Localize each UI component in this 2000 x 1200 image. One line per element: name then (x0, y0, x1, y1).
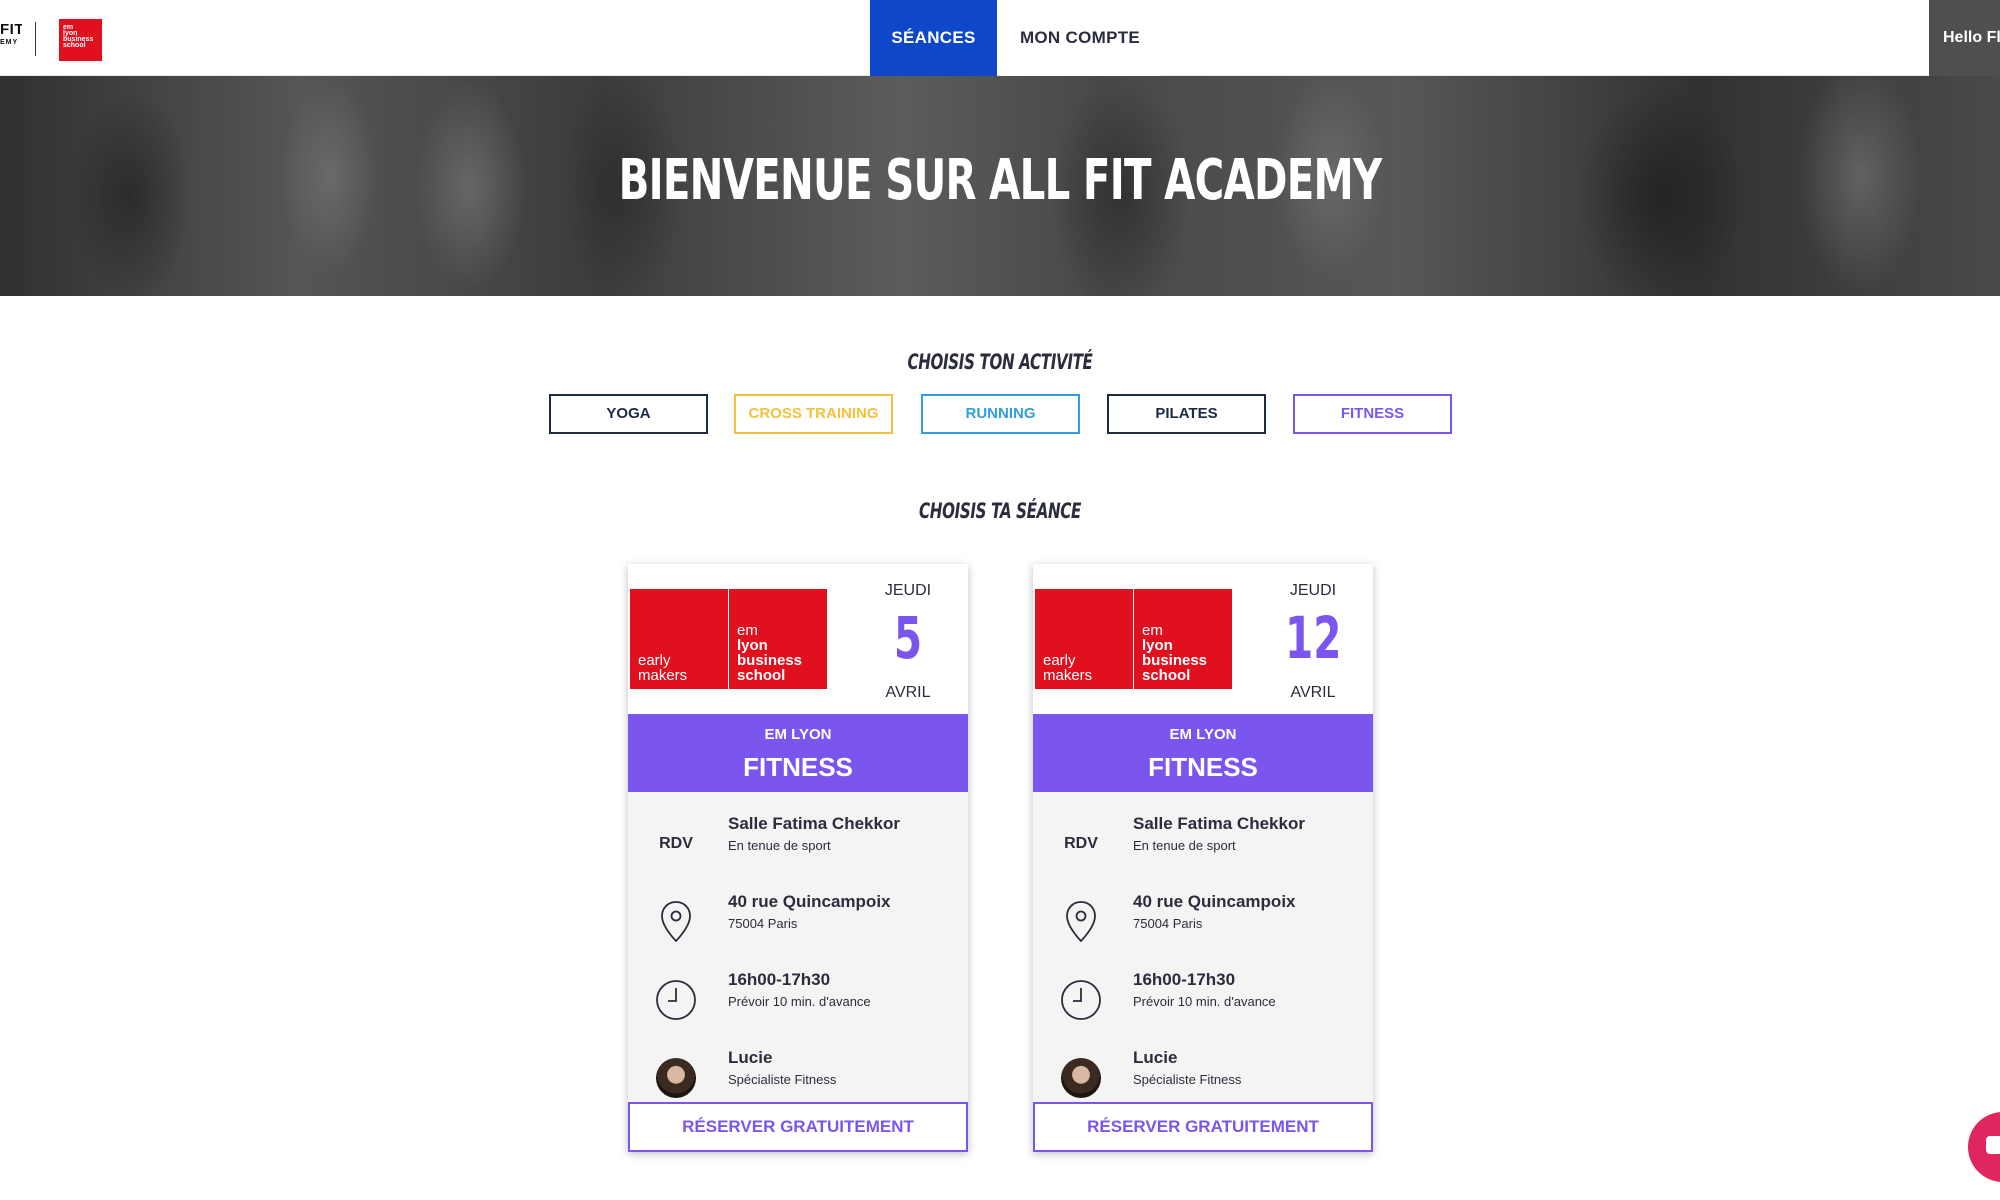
session-place: Salle Fatima Chekkor (728, 814, 900, 833)
clock-icon (1059, 978, 1103, 1022)
coach-name: Lucie (1133, 1048, 1178, 1067)
session-org: EM LYON (764, 726, 832, 743)
logo-divider (35, 22, 36, 56)
coach-avatar (1061, 1058, 1101, 1098)
allfit-logo[interactable]: FIT EMY (0, 22, 22, 56)
info-row-coach: Lucie Spécialiste Fitness (1033, 1048, 1373, 1108)
session-time-note: Prévoir 10 min. d'avance (728, 994, 871, 1009)
clock-icon (654, 978, 698, 1022)
activity-button-fitness[interactable]: FITNESS (1293, 394, 1452, 434)
info-row-address: 40 rue Quincampoix 75004 Paris (628, 892, 968, 952)
rdv-label-box: RDV (1059, 822, 1103, 866)
user-greeting-menu[interactable]: Hello Fl (1929, 0, 2000, 76)
activities-title: Choisis ton activité (907, 350, 1093, 374)
activity-button-pilates[interactable]: PILATES (1107, 394, 1266, 434)
emlyon-logo-line: school (63, 42, 86, 49)
early-makers-logo: early makers (1035, 589, 1133, 689)
session-city: 75004 Paris (1133, 916, 1203, 931)
emlyon-card-logo: em lyon business school (729, 589, 827, 689)
rdv-label: RDV (1064, 835, 1098, 852)
hero-banner: Bienvenue sur All Fit Academy (0, 76, 2000, 296)
tab-mon-compte[interactable]: MON COMPTE (1000, 0, 1160, 76)
session-month: AVRIL (1290, 684, 1336, 701)
info-row-time: 16h00-17h30 Prévoir 10 min. d'avance (1033, 970, 1373, 1030)
info-row-address: 40 rue Quincampoix 75004 Paris (1033, 892, 1373, 952)
session-date: 5 (893, 604, 923, 672)
card-header: early makers em lyon business school JEU… (628, 564, 968, 714)
info-row-time: 16h00-17h30 Prévoir 10 min. d'avance (628, 970, 968, 1030)
session-place-note: En tenue de sport (1133, 838, 1236, 853)
session-city: 75004 Paris (728, 916, 798, 931)
session-activity: FITNESS (1148, 752, 1258, 782)
session-band: EM LYON FITNESS (628, 714, 968, 792)
session-card: early makers em lyon business school JEU… (628, 564, 968, 1152)
session-date: 12 (1285, 604, 1342, 672)
reserve-button[interactable]: RÉSERVER GRATUITEMENT (628, 1102, 968, 1152)
emlyon-logo[interactable]: em lyon business school (59, 19, 102, 61)
emlyon-card-logo: em lyon business school (1134, 589, 1232, 689)
logo-line: makers (1043, 667, 1093, 684)
session-time: 16h00-17h30 (728, 970, 831, 989)
reserve-button[interactable]: RÉSERVER GRATUITEMENT (1033, 1102, 1373, 1152)
rdv-label: RDV (659, 835, 693, 852)
allfit-logo-line1: FIT (0, 22, 22, 38)
top-navbar: FIT EMY em lyon business school SÉANCES … (0, 0, 2000, 76)
location-pin-icon (1059, 900, 1103, 944)
location-pin-icon (654, 900, 698, 944)
info-row-rdv: RDV Salle Fatima Chekkor En tenue de spo… (1033, 814, 1373, 874)
activity-button-running[interactable]: RUNNING (921, 394, 1080, 434)
session-org: EM LYON (1169, 726, 1237, 743)
tab-seances[interactable]: SÉANCES (870, 0, 997, 76)
logo-line: school (737, 667, 786, 684)
activity-button-yoga[interactable]: YOGA (549, 394, 708, 434)
session-card: early makers em lyon business school JEU… (1033, 564, 1373, 1152)
session-month: AVRIL (885, 684, 931, 701)
session-time-note: Prévoir 10 min. d'avance (1133, 994, 1276, 1009)
rdv-label-box: RDV (654, 822, 698, 866)
coach-avatar-wrap (654, 1056, 698, 1100)
hero-title: Bienvenue sur All Fit Academy (618, 148, 1383, 213)
coach-name: Lucie (728, 1048, 773, 1067)
session-address: 40 rue Quincampoix (1133, 892, 1296, 911)
coach-avatar (656, 1058, 696, 1098)
activity-button-cross-training[interactable]: CROSS TRAINING (734, 394, 893, 434)
logo-line: school (1142, 667, 1191, 684)
info-row-coach: Lucie Spécialiste Fitness (628, 1048, 968, 1108)
session-band: EM LYON FITNESS (1033, 714, 1373, 792)
coach-avatar-wrap (1059, 1056, 1103, 1100)
early-makers-logo: early makers (630, 589, 728, 689)
session-place-note: En tenue de sport (728, 838, 831, 853)
chat-launcher-button[interactable] (1968, 1112, 2000, 1182)
sessions-title: Choisis ta séance (919, 499, 1081, 523)
session-time: 16h00-17h30 (1133, 970, 1236, 989)
session-day: JEUDI (884, 582, 932, 599)
session-day: JEUDI (1289, 582, 1337, 599)
allfit-logo-line2: EMY (0, 39, 19, 46)
logo-line: makers (638, 667, 688, 684)
chat-icon (1986, 1136, 2000, 1154)
card-header: early makers em lyon business school JEU… (1033, 564, 1373, 714)
info-row-rdv: RDV Salle Fatima Chekkor En tenue de spo… (628, 814, 968, 874)
session-place: Salle Fatima Chekkor (1133, 814, 1305, 833)
coach-role: Spécialiste Fitness (728, 1072, 837, 1087)
coach-role: Spécialiste Fitness (1133, 1072, 1242, 1087)
session-address: 40 rue Quincampoix (728, 892, 891, 911)
session-activity: FITNESS (743, 752, 853, 782)
